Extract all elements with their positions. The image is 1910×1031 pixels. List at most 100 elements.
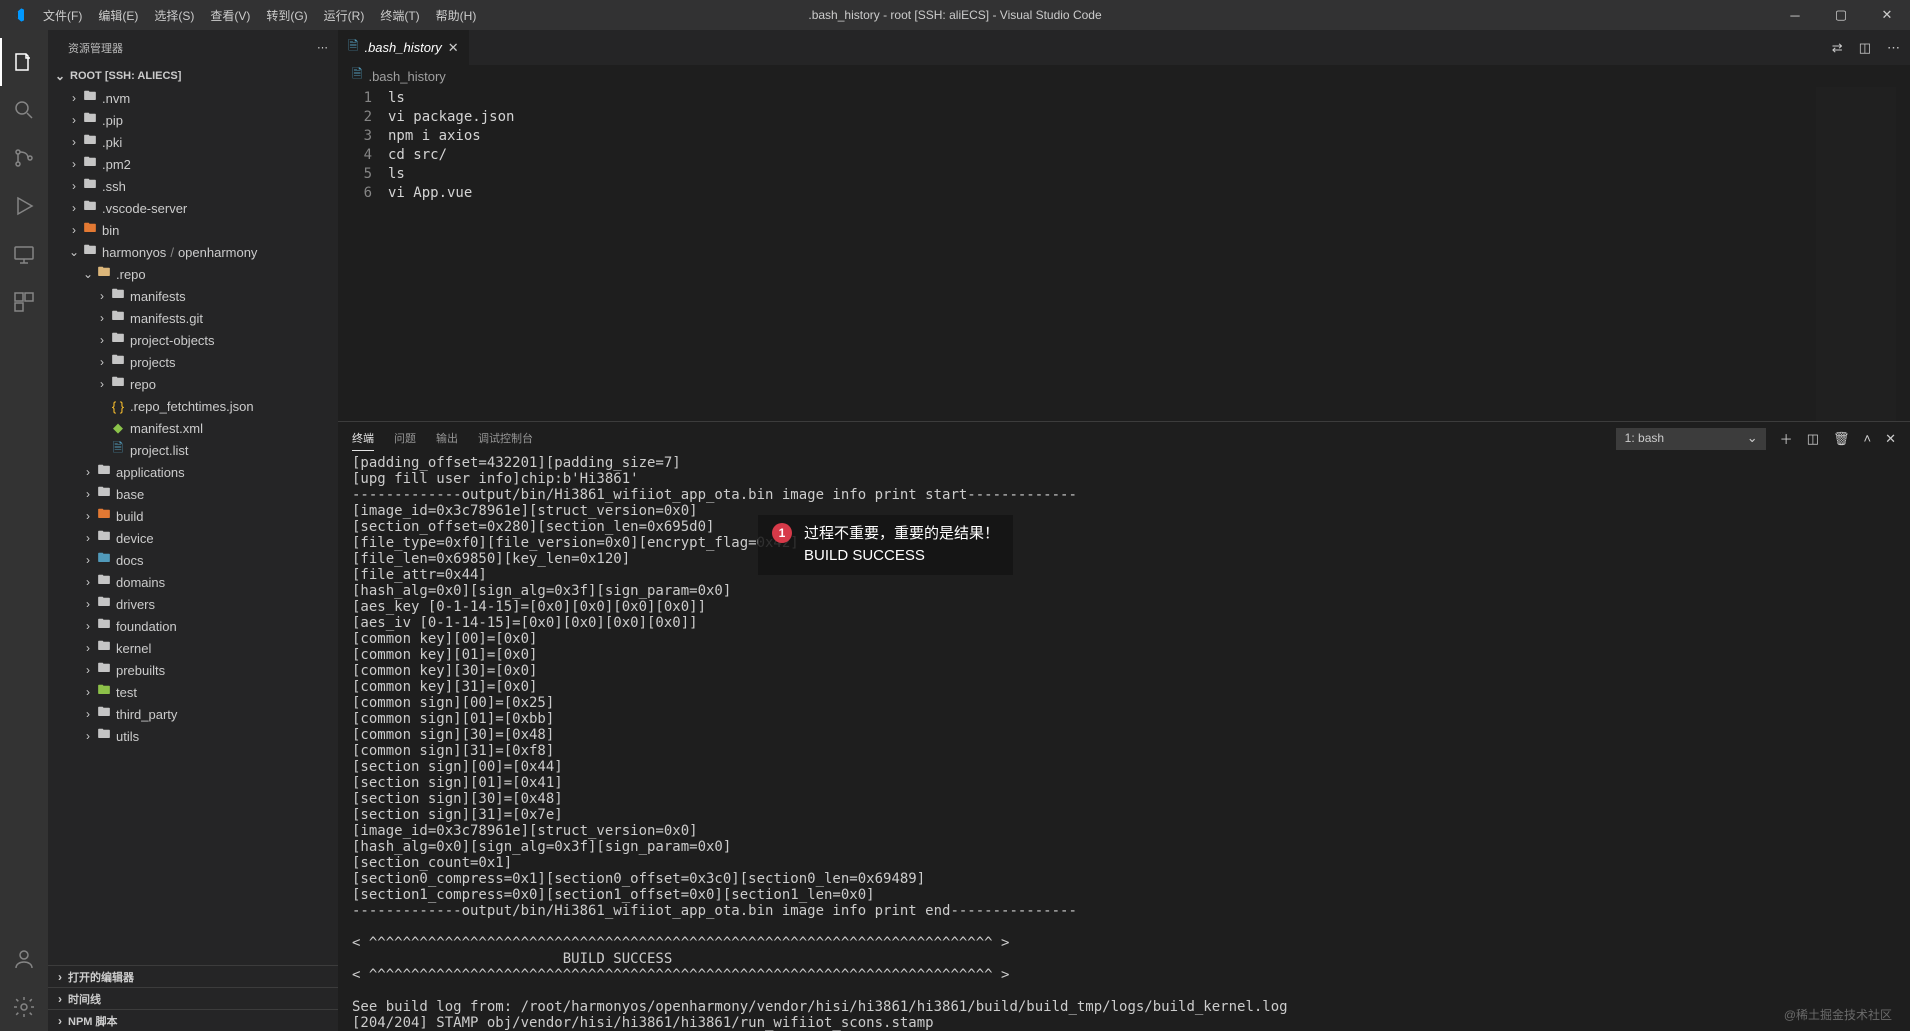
file-tree[interactable]: 🖿.nvm 🖿.pip 🖿.pki 🖿.pm2 🖿.ssh 🖿.vscode-s… xyxy=(48,87,338,965)
folder-icon: 🖿 xyxy=(96,703,112,725)
chevron-right-icon xyxy=(94,311,110,325)
tree-folder[interactable]: 🖿manifests.git xyxy=(48,307,338,329)
tree-folder[interactable]: 🖿test xyxy=(48,681,338,703)
tree-folder[interactable]: 🖿.nvm xyxy=(48,87,338,109)
tree-folder[interactable]: 🖿docs xyxy=(48,549,338,571)
terminal-selector[interactable]: 1: bash xyxy=(1616,428,1766,450)
terminal-output[interactable]: [padding_offset=432201][padding_size=7] … xyxy=(338,455,1910,1031)
folder-icon: 🖿 xyxy=(96,527,112,549)
menu-edit[interactable]: 编辑(E) xyxy=(90,0,146,30)
compare-changes-icon[interactable]: ⇄ xyxy=(1832,40,1843,56)
activity-search[interactable] xyxy=(0,86,48,134)
more-icon[interactable]: ⋯ xyxy=(317,41,328,54)
tree-folder[interactable]: 🖿applications xyxy=(48,461,338,483)
section-open-editors[interactable]: 打开的编辑器 xyxy=(48,965,338,987)
menu-terminal[interactable]: 终端(T) xyxy=(372,0,427,30)
activity-source-control[interactable] xyxy=(0,134,48,182)
activity-extensions[interactable] xyxy=(0,278,48,326)
section-npm-scripts[interactable]: NPM 脚本 xyxy=(48,1009,338,1031)
tree-file[interactable]: 🗎project.list xyxy=(48,439,338,461)
tree-folder[interactable]: 🖿prebuilts xyxy=(48,659,338,681)
tree-folder[interactable]: 🖿manifests xyxy=(48,285,338,307)
menu-go[interactable]: 转到(G) xyxy=(258,0,315,30)
tree-folder[interactable]: 🖿.pip xyxy=(48,109,338,131)
activity-remote[interactable] xyxy=(0,230,48,278)
tree-folder[interactable]: 🖿repo xyxy=(48,373,338,395)
tree-folder[interactable]: 🖿build xyxy=(48,505,338,527)
split-editor-icon[interactable]: ◫ xyxy=(1859,40,1871,56)
tree-folder[interactable]: 🖿third_party xyxy=(48,703,338,725)
tree-folder[interactable]: 🖿.pki xyxy=(48,131,338,153)
activity-account[interactable] xyxy=(0,935,48,983)
folder-icon: 🖿 xyxy=(82,175,98,197)
editor-content[interactable]: 1 2 3 4 5 6 ls vi package.json npm i axi… xyxy=(338,87,1910,421)
panel-tab-problems[interactable]: 问题 xyxy=(394,426,416,451)
tree-folder[interactable]: 🖿.repo xyxy=(48,263,338,285)
maximize-button[interactable]: ▢ xyxy=(1818,0,1864,30)
tree-folder[interactable]: 🖿base xyxy=(48,483,338,505)
minimize-button[interactable]: ─ xyxy=(1772,0,1818,30)
folder-icon: 🖿 xyxy=(96,263,112,285)
tree-folder[interactable]: 🖿domains xyxy=(48,571,338,593)
tree-folder[interactable]: 🖿project-objects xyxy=(48,329,338,351)
split-terminal-icon[interactable]: ◫ xyxy=(1807,431,1819,447)
tree-folder-harmonyos[interactable]: 🖿harmonyos/openharmony xyxy=(48,241,338,263)
tree-folder[interactable]: 🖿foundation xyxy=(48,615,338,637)
chevron-down-icon xyxy=(52,69,68,83)
folder-icon: 🖿 xyxy=(82,197,98,219)
tree-folder[interactable]: 🖿kernel xyxy=(48,637,338,659)
folder-icon: 🖿 xyxy=(96,593,112,615)
section-label: 打开的编辑器 xyxy=(68,969,134,985)
maximize-panel-icon[interactable]: ˄ xyxy=(1864,431,1872,446)
kill-terminal-icon[interactable]: 🗑 xyxy=(1833,431,1850,447)
menu-view[interactable]: 查看(V) xyxy=(202,0,258,30)
tree-folder[interactable]: 🖿 device xyxy=(48,527,338,549)
chevron-right-icon xyxy=(80,487,96,501)
activity-settings[interactable] xyxy=(0,983,48,1031)
minimap[interactable] xyxy=(1816,87,1896,421)
close-button[interactable]: ✕ xyxy=(1864,0,1910,30)
menu-help[interactable]: 帮助(H) xyxy=(428,0,485,30)
tree-folder[interactable]: 🖿.vscode-server xyxy=(48,197,338,219)
tree-file[interactable]: { }.repo_fetchtimes.json xyxy=(48,395,338,417)
tree-folder[interactable]: 🖿.pm2 xyxy=(48,153,338,175)
window-title: .bash_history - root [SSH: aliECS] - Vis… xyxy=(808,8,1101,22)
breadcrumb[interactable]: 🗎 .bash_history xyxy=(338,65,1910,87)
close-panel-icon[interactable]: ✕ xyxy=(1885,431,1896,447)
tree-label: test xyxy=(116,685,137,700)
tree-folder[interactable]: 🖿.ssh xyxy=(48,175,338,197)
more-icon[interactable]: ⋯ xyxy=(1887,40,1900,56)
tree-label: device xyxy=(116,531,154,546)
panel-tab-terminal[interactable]: 终端 xyxy=(352,426,374,451)
tree-root[interactable]: ROOT [SSH: ALIECS] xyxy=(48,65,338,87)
tree-file[interactable]: ◆manifest.xml xyxy=(48,417,338,439)
activity-run-debug[interactable] xyxy=(0,182,48,230)
section-timeline[interactable]: 时间线 xyxy=(48,987,338,1009)
annotation-text: 过程不重要，重要的是结果！ BUILD SUCCESS xyxy=(804,523,999,567)
menu-selection[interactable]: 选择(S) xyxy=(146,0,202,30)
tree-folder[interactable]: 🖿bin xyxy=(48,219,338,241)
folder-icon: 🖿 xyxy=(96,549,112,571)
editor-tab[interactable]: 🗎 .bash_history ✕ xyxy=(338,30,470,65)
close-icon[interactable]: ✕ xyxy=(448,40,459,56)
tree-label: base xyxy=(116,487,144,502)
panel-tab-debug-console[interactable]: 调试控制台 xyxy=(478,426,533,451)
panel-tab-output[interactable]: 输出 xyxy=(436,426,458,451)
line-gutter: 1 2 3 4 5 6 xyxy=(338,87,388,421)
chevron-right-icon xyxy=(94,355,110,369)
code-content[interactable]: ls vi package.json npm i axios cd src/ l… xyxy=(388,87,1910,421)
menu-run[interactable]: 运行(R) xyxy=(316,0,373,30)
new-terminal-icon[interactable]: ＋ xyxy=(1780,429,1793,448)
tree-label: foundation xyxy=(116,619,177,634)
annotation-callout: 1 过程不重要，重要的是结果！ BUILD SUCCESS xyxy=(758,515,1013,575)
tree-folder[interactable]: 🖿projects xyxy=(48,351,338,373)
chevron-right-icon xyxy=(80,597,96,611)
tree-folder[interactable]: 🖿drivers xyxy=(48,593,338,615)
chevron-right-icon xyxy=(80,641,96,655)
menu-file[interactable]: 文件(F) xyxy=(35,0,90,30)
tree-label: .nvm xyxy=(102,91,130,106)
folder-icon: 🖿 xyxy=(96,659,112,681)
tree-folder[interactable]: 🖿utils xyxy=(48,725,338,747)
activity-explorer[interactable] xyxy=(0,38,48,86)
folder-icon: 🖿 xyxy=(82,241,98,263)
